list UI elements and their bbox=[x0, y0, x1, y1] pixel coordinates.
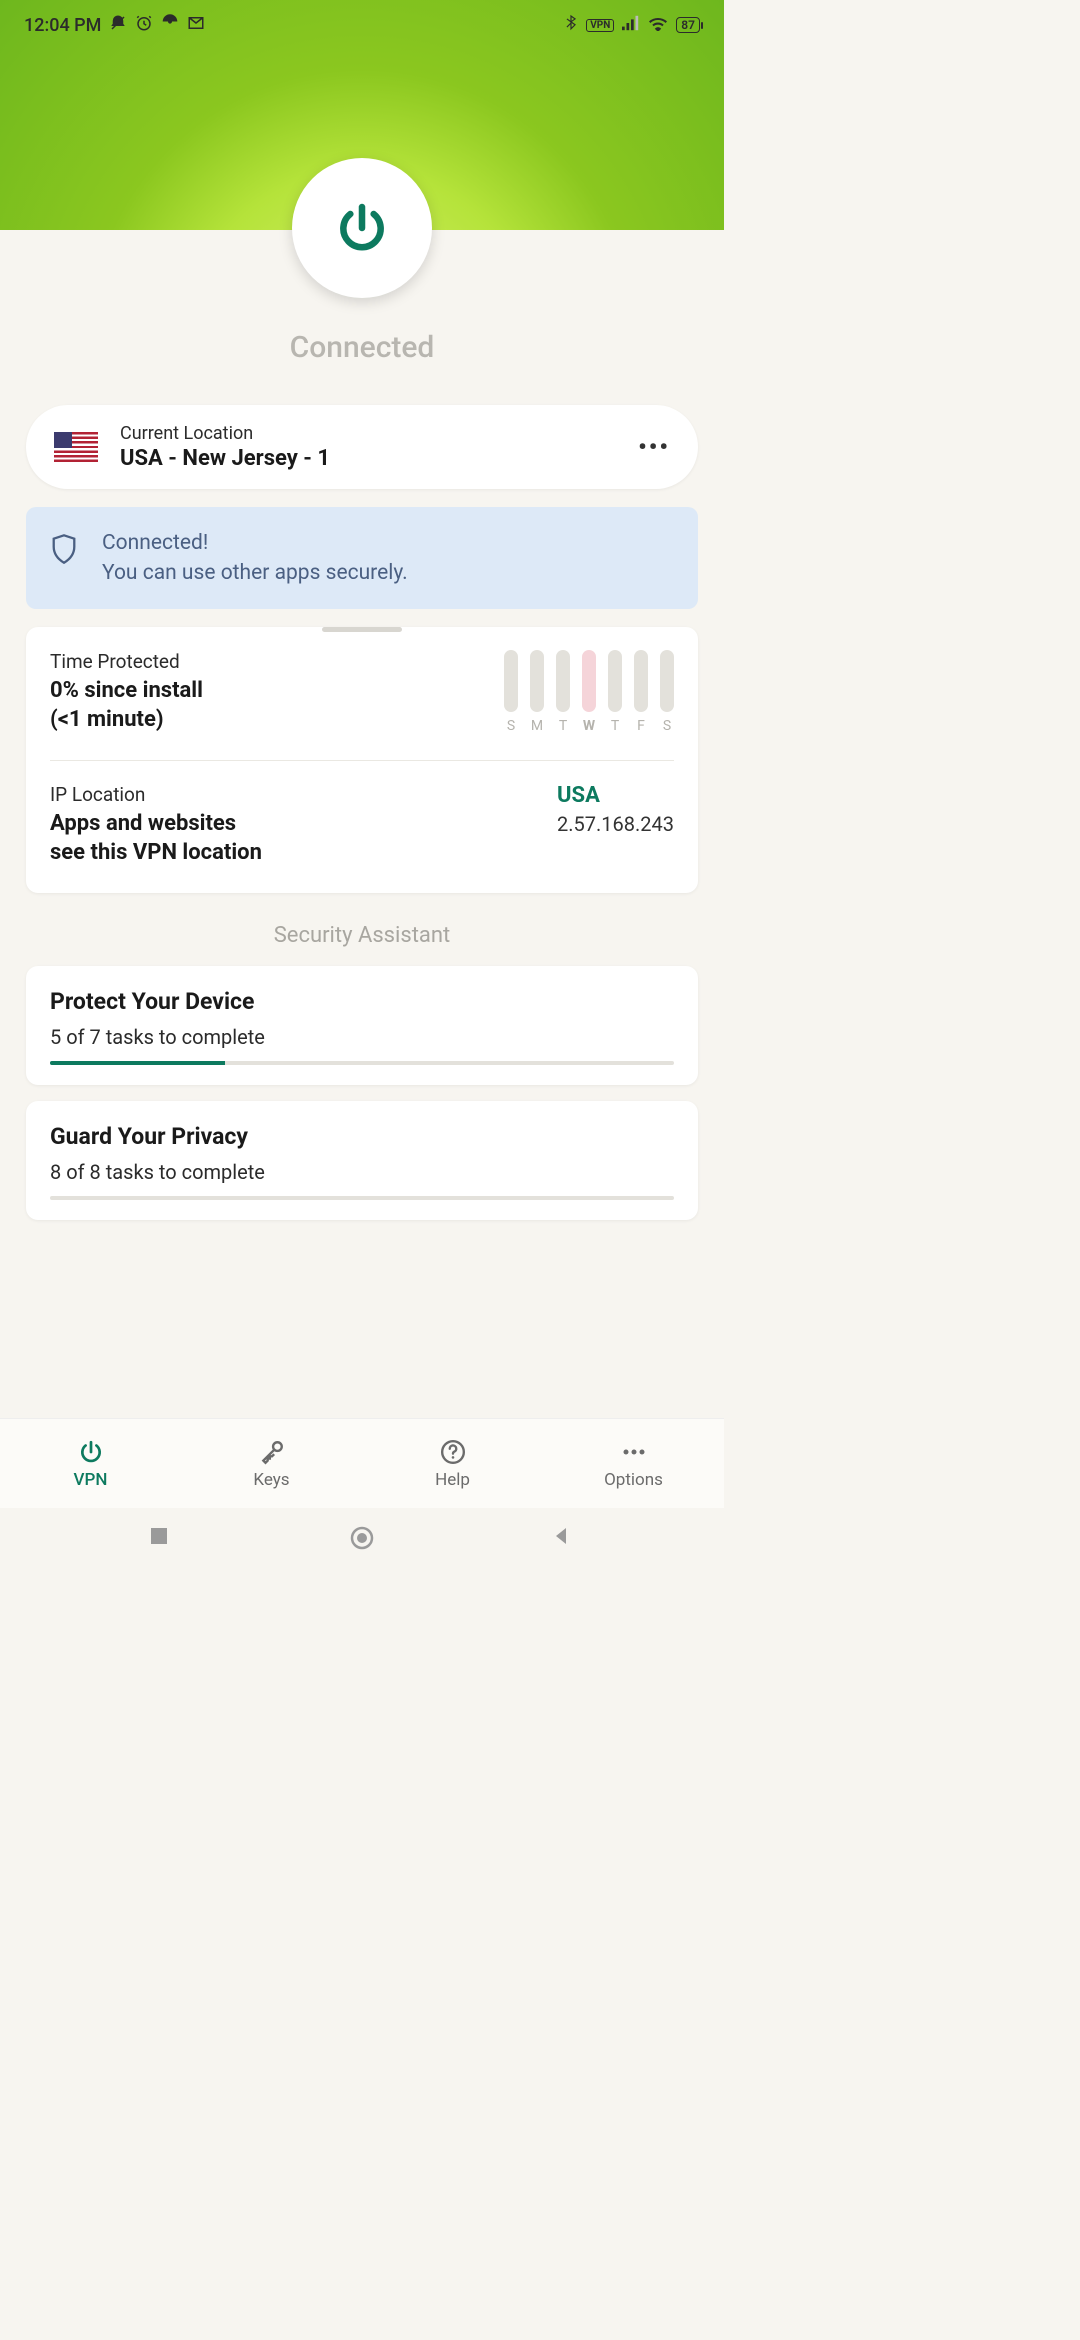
status-bar: 12:04 PM VPN 87 bbox=[0, 0, 724, 50]
nav-keys[interactable]: Keys bbox=[181, 1419, 362, 1508]
banner-subtitle: You can use other apps securely. bbox=[102, 561, 408, 585]
signal-icon bbox=[622, 15, 640, 35]
location-card[interactable]: Current Location USA - New Jersey - 1 ••… bbox=[26, 405, 698, 489]
ip-location-desc: Apps and websites see this VPN location bbox=[50, 810, 537, 867]
power-toggle-button[interactable] bbox=[292, 158, 432, 298]
stats-card[interactable]: Time Protected 0% since install (<1 minu… bbox=[26, 627, 698, 893]
connection-status-label: Connected bbox=[0, 330, 724, 365]
progress-bar bbox=[50, 1196, 674, 1200]
sys-recent-button[interactable] bbox=[148, 1525, 174, 1551]
banner-title: Connected! bbox=[102, 531, 408, 555]
bottom-nav: VPN Keys Help Options bbox=[0, 1418, 724, 1508]
status-banner: Connected! You can use other apps secure… bbox=[26, 507, 698, 609]
status-time: 12:04 PM bbox=[24, 15, 101, 36]
task-subtitle: 5 of 7 tasks to complete bbox=[50, 1025, 674, 1049]
shield-icon bbox=[50, 533, 78, 565]
location-value: USA - New Jersey - 1 bbox=[120, 446, 616, 471]
key-icon bbox=[258, 1438, 286, 1466]
task-card-protect-device[interactable]: Protect Your Device 5 of 7 tasks to comp… bbox=[26, 966, 698, 1085]
time-protected-value: 0% since install (<1 minute) bbox=[50, 677, 484, 734]
ip-address: 2.57.168.243 bbox=[557, 812, 674, 836]
task-title: Guard Your Privacy bbox=[50, 1123, 674, 1150]
battery-indicator: 87 bbox=[676, 17, 700, 33]
power-icon bbox=[77, 1438, 105, 1466]
task-subtitle: 8 of 8 tasks to complete bbox=[50, 1160, 674, 1184]
progress-bar bbox=[50, 1061, 674, 1065]
help-icon bbox=[439, 1438, 467, 1466]
flag-usa-icon bbox=[54, 432, 98, 462]
more-options-icon[interactable]: ••• bbox=[638, 433, 670, 461]
system-nav bbox=[0, 1508, 724, 1568]
nav-options[interactable]: Options bbox=[543, 1419, 724, 1508]
sys-back-button[interactable] bbox=[550, 1525, 576, 1551]
week-chart: SMTWTFS bbox=[504, 650, 674, 734]
ip-country: USA bbox=[557, 783, 674, 808]
nav-label: Options bbox=[604, 1470, 663, 1490]
task-card-guard-privacy[interactable]: Guard Your Privacy 8 of 8 tasks to compl… bbox=[26, 1101, 698, 1220]
time-protected-label: Time Protected bbox=[50, 650, 484, 673]
power-icon bbox=[334, 200, 390, 256]
sys-home-button[interactable] bbox=[349, 1525, 375, 1551]
wifi-icon bbox=[648, 15, 668, 35]
task-title: Protect Your Device bbox=[50, 988, 674, 1015]
bluetooth-icon bbox=[564, 14, 578, 36]
nav-label: Help bbox=[435, 1470, 470, 1490]
security-assistant-heading: Security Assistant bbox=[0, 923, 724, 948]
location-label: Current Location bbox=[120, 423, 616, 444]
mute-icon bbox=[109, 14, 127, 36]
nav-label: VPN bbox=[74, 1470, 108, 1490]
nav-label: Keys bbox=[253, 1470, 289, 1490]
vpn-indicator: VPN bbox=[586, 19, 614, 32]
dots-icon bbox=[620, 1438, 648, 1466]
nav-help[interactable]: Help bbox=[362, 1419, 543, 1508]
gmail-icon bbox=[187, 14, 205, 36]
alarm-icon bbox=[135, 14, 153, 36]
ip-location-label: IP Location bbox=[50, 783, 537, 806]
nav-vpn[interactable]: VPN bbox=[0, 1419, 181, 1508]
hotspot-icon bbox=[161, 14, 179, 36]
